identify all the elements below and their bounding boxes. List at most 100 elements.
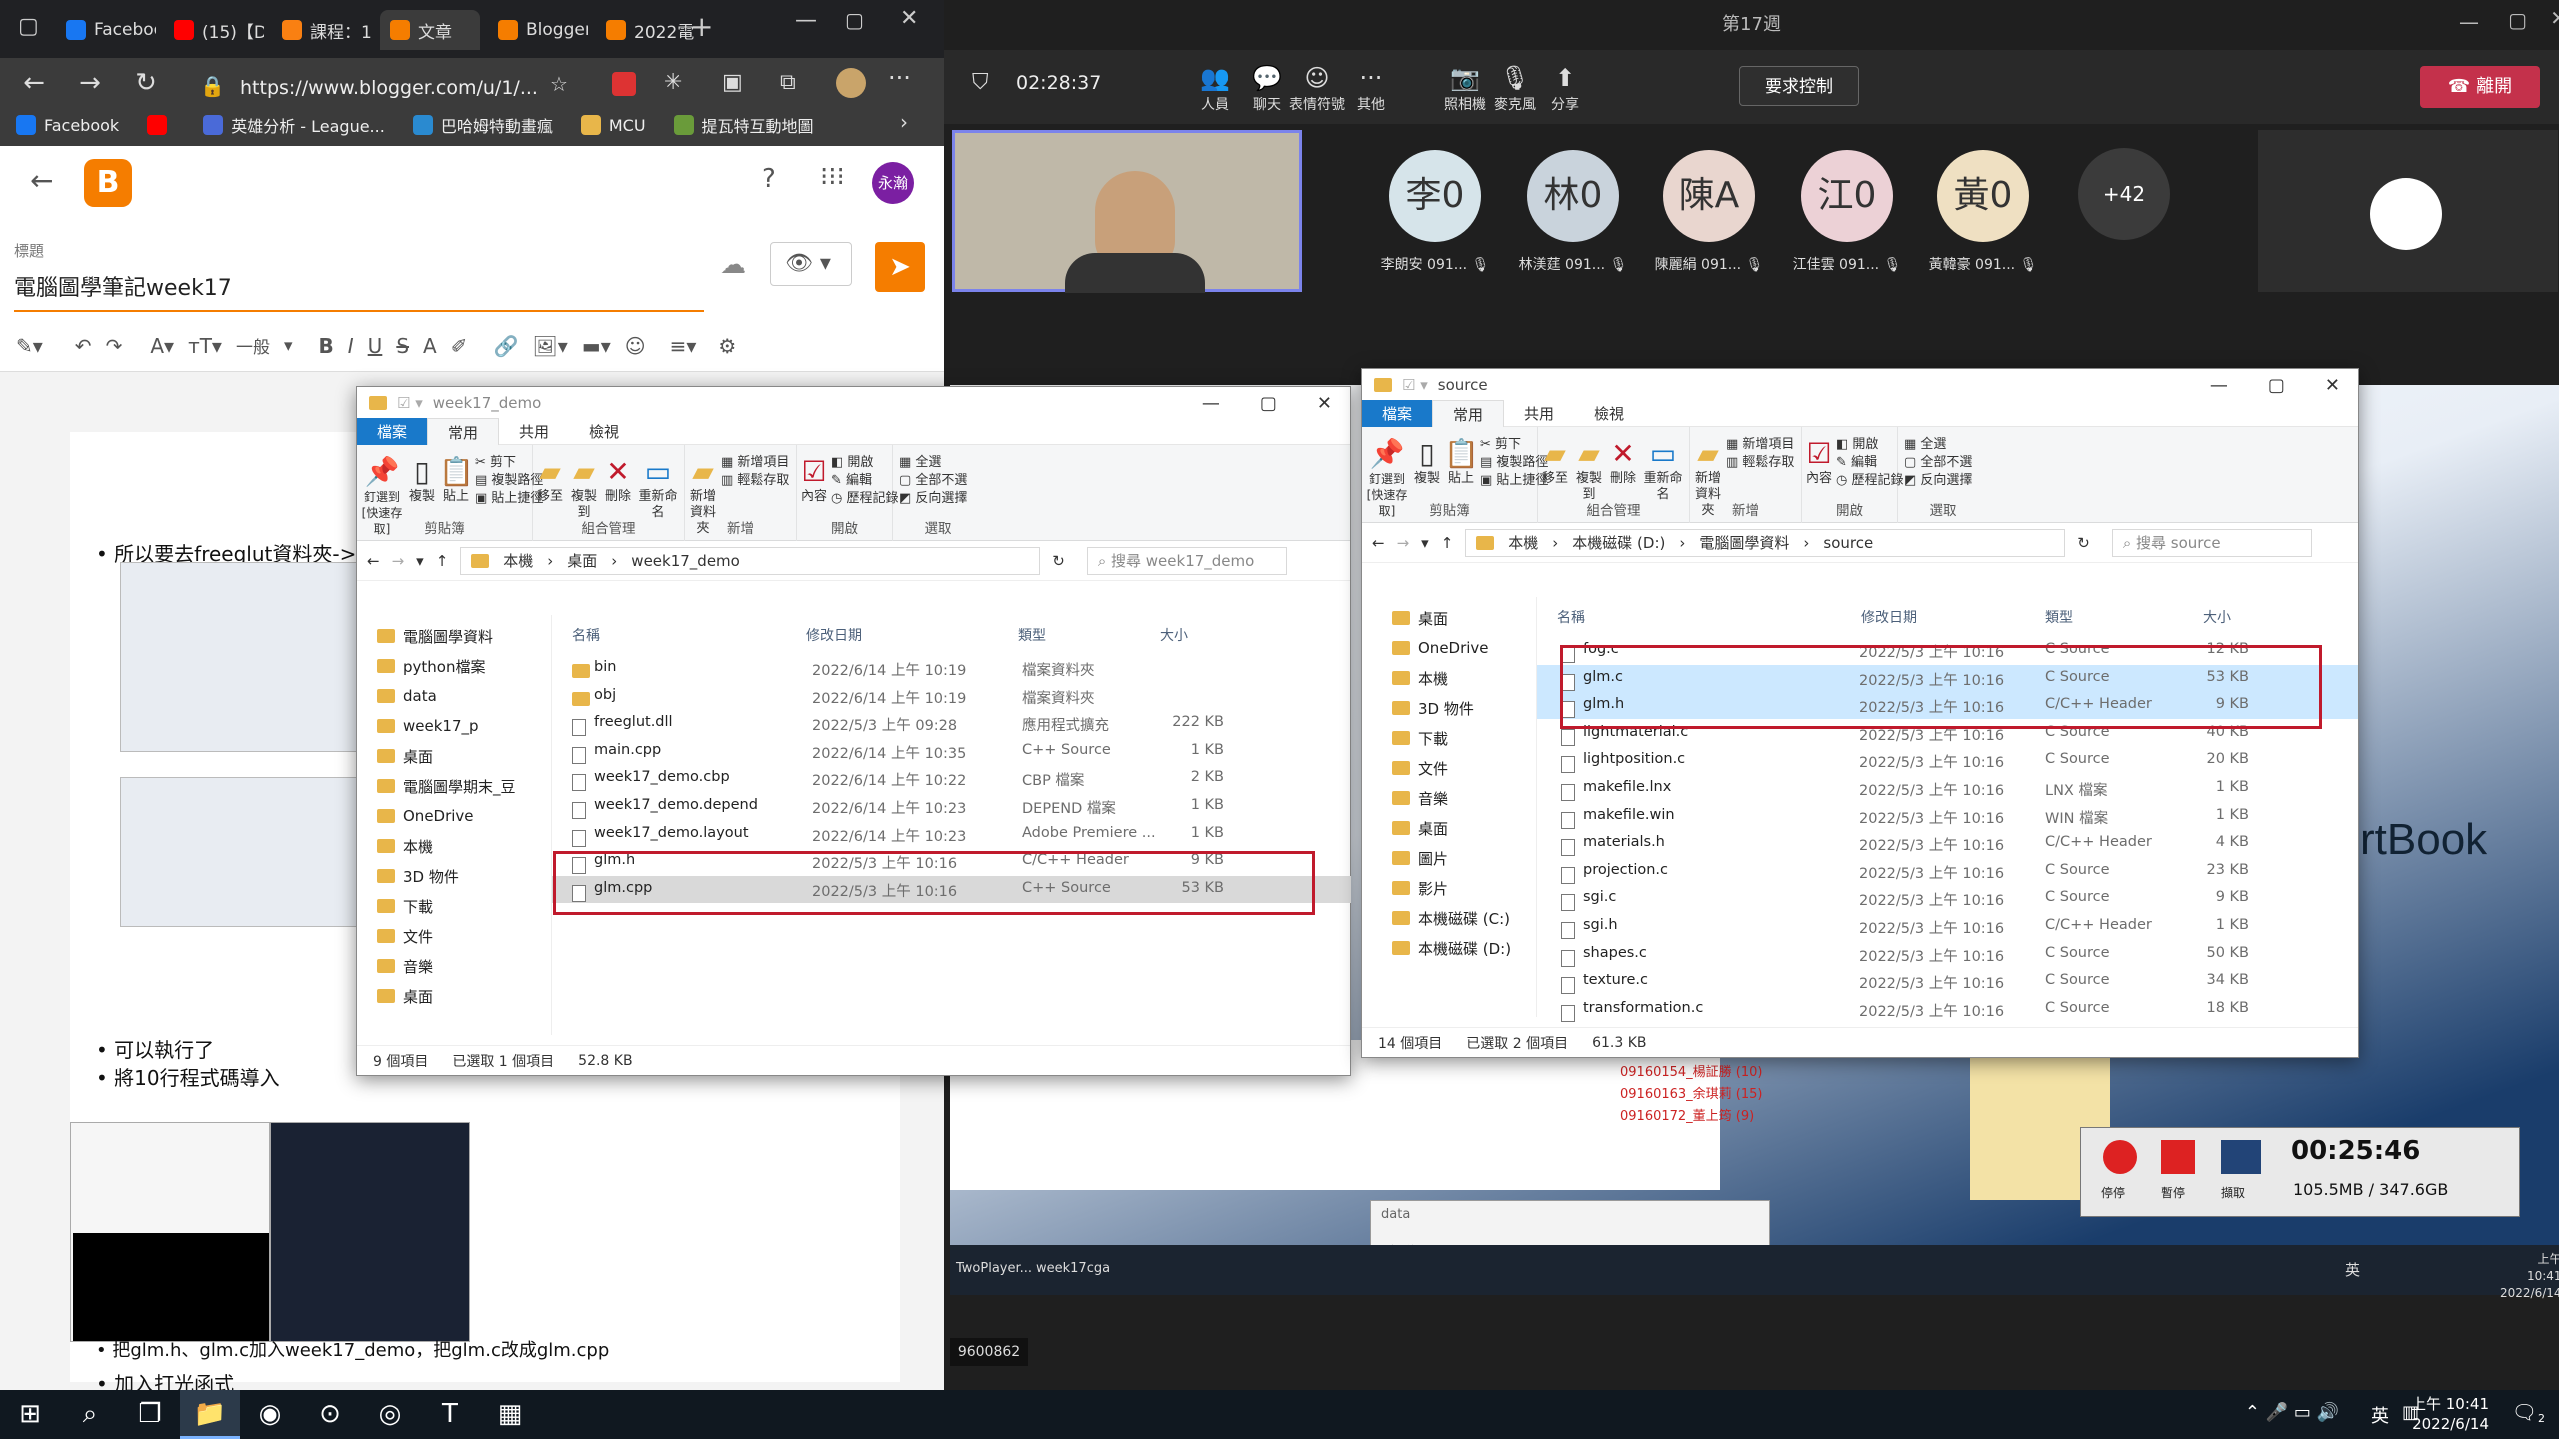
copy-button[interactable]: ▯ 複製 — [405, 455, 439, 505]
file-row[interactable]: week17_demo.cbp 2022/6/14 上午 10:22 CBP 檔案 2… — [552, 765, 1351, 792]
edit-button[interactable]: ✎ 編輯 — [831, 469, 872, 488]
forward-icon[interactable]: → — [1397, 534, 1410, 552]
open-button[interactable]: ◧ 開啟 — [1836, 433, 1878, 452]
file-row[interactable]: shapes.c 2022/5/3 上午 10:16 C Source 50 KB — [1537, 941, 2358, 968]
tab-4[interactable]: Blogger — [488, 10, 588, 50]
bold-icon[interactable]: B — [319, 334, 334, 358]
paste-button[interactable]: 📋 貼上 — [439, 455, 474, 505]
file-row[interactable]: main.cpp 2022/6/14 上午 10:35 C++ Source 1 KB — [552, 738, 1351, 765]
align-icon[interactable]: ≡▾ — [670, 334, 697, 358]
request-control-button[interactable]: 要求控制 — [1739, 66, 1859, 106]
nav-tree-item[interactable]: 本機 — [1392, 663, 1532, 693]
select-all-button[interactable]: ▦ 全選 — [1904, 433, 1946, 452]
nav-tree-item[interactable]: 音樂 — [1392, 783, 1532, 813]
nav-tree-item[interactable]: OneDrive — [377, 801, 547, 831]
copy-to-button[interactable]: ▰ 複製到 — [567, 455, 601, 521]
file-row[interactable]: texture.c 2022/5/3 上午 10:16 C Source 34 KB — [1537, 968, 2358, 995]
tab-actions-icon[interactable]: ▢ — [18, 14, 39, 39]
highlight-icon[interactable]: ✐ — [451, 334, 468, 358]
properties-button[interactable]: ☑ 內容 — [799, 455, 829, 505]
favorite-item[interactable]: Facebook — [16, 115, 119, 135]
back-icon[interactable]: ← — [14, 68, 54, 98]
teams-icon[interactable]: T — [420, 1390, 480, 1439]
chrome-icon[interactable]: ◎ — [360, 1390, 420, 1439]
invert-selection-button[interactable]: ◩ 反向選擇 — [1904, 469, 1972, 488]
apps-icon[interactable]: ▦ — [480, 1390, 540, 1439]
path-segment[interactable]: source — [1823, 534, 1873, 552]
up-icon[interactable]: ↑ — [436, 552, 449, 570]
refresh-icon[interactable]: ↻ — [126, 68, 166, 98]
path-segment[interactable]: week17_demo — [631, 552, 740, 570]
image-icon[interactable]: 🖼▾ — [532, 334, 567, 358]
maximize-button[interactable]: ▢ — [2268, 375, 2285, 396]
nav-tree-item[interactable]: 桌面 — [1392, 603, 1532, 633]
search-icon[interactable]: ⌕ — [60, 1390, 120, 1439]
file-row[interactable]: lightposition.c 2022/5/3 上午 10:16 C Source… — [1537, 747, 2358, 774]
language-indicator[interactable]: 英 — [2371, 1402, 2389, 1428]
nav-tree-item[interactable]: 桌面 — [1392, 813, 1532, 843]
tab-view[interactable]: 檢視 — [1574, 400, 1644, 427]
share-button[interactable]: ⬆ 分享 — [1530, 62, 1600, 114]
close-button[interactable]: ✕ — [2325, 375, 2340, 396]
stop-record-icon[interactable] — [2103, 1140, 2137, 1174]
italic-icon[interactable]: I — [348, 334, 354, 358]
favorite-star-icon[interactable]: ☆ — [550, 72, 568, 96]
publish-button[interactable]: ➤ — [875, 242, 925, 292]
file-row[interactable]: sgi.c 2022/5/3 上午 10:16 C Source 9 KB — [1537, 885, 2358, 912]
nav-tree-item[interactable]: 電腦圖學期末_豆 — [377, 771, 547, 801]
participant-tile[interactable]: 黃0 黃韓豪 091... 🎙 — [1918, 150, 2048, 274]
back-icon[interactable]: ← — [367, 552, 380, 570]
start-icon[interactable]: ⊞ — [0, 1390, 60, 1439]
participant-tile[interactable]: 江0 江佳雲 091... 🎙 — [1782, 150, 1912, 274]
emoji-icon[interactable]: ☺ — [625, 334, 646, 358]
nav-tree-item[interactable]: 本機磁碟 (D:) — [1392, 933, 1532, 963]
tab-share[interactable]: 共用 — [499, 418, 569, 445]
nav-tree-item[interactable]: 音樂 — [377, 951, 547, 981]
nav-tree-item[interactable]: 文件 — [377, 921, 547, 951]
recorder-icon[interactable]: ⊙ — [300, 1390, 360, 1439]
favorite-item[interactable]: MCU — [580, 115, 646, 135]
new-item-button[interactable]: ▦ 新增項目 — [1726, 433, 1794, 452]
text-color-icon[interactable]: A — [423, 334, 437, 358]
favorite-item[interactable]: 英雄分析 - League... — [203, 113, 385, 137]
tray-icons[interactable]: ⌃ 🎤 ▭ 🔊 — [2245, 1402, 2339, 1423]
col-name[interactable]: 名稱 — [572, 625, 600, 645]
nav-tree-item[interactable]: 影片 — [1392, 873, 1532, 903]
refresh-icon[interactable]: ↻ — [1052, 552, 1065, 570]
account-avatar[interactable]: 永瀚 — [872, 162, 914, 204]
tab-share[interactable]: 共用 — [1504, 400, 1574, 427]
chevron-right-icon[interactable]: › — [900, 110, 908, 134]
nav-tree-item[interactable]: OneDrive — [1392, 633, 1532, 663]
file-row[interactable]: projection.c 2022/5/3 上午 10:16 C Source 23 … — [1537, 858, 2358, 885]
redo-icon[interactable]: ↷ — [106, 334, 123, 358]
pencil-icon[interactable]: ✎▾ — [16, 334, 43, 358]
file-row[interactable]: bin 2022/6/14 上午 10:19 檔案資料夾 — [552, 655, 1351, 682]
favorite-item[interactable]: 巴哈姆特動畫瘋 — [412, 113, 553, 137]
back-icon[interactable]: ← — [1372, 534, 1385, 552]
puzzle-icon[interactable]: ✳ — [664, 70, 682, 95]
copy-to-button[interactable]: ▰ 複製到 — [1572, 437, 1606, 503]
col-date[interactable]: 修改日期 — [806, 625, 862, 645]
favorite-item[interactable] — [147, 115, 175, 135]
path-segment[interactable]: 電腦圖學資料 — [1699, 532, 1789, 553]
path-segment[interactable]: 桌面 — [567, 550, 597, 571]
col-type[interactable]: 類型 — [2045, 607, 2073, 627]
history-button[interactable]: ◷ 歷程記錄 — [831, 487, 899, 506]
history-button[interactable]: ◷ 歷程記錄 — [1836, 469, 1904, 488]
path-segment[interactable]: 本機磁碟 (D:) — [1572, 532, 1665, 553]
underline-icon[interactable]: U — [368, 334, 383, 358]
file-row[interactable]: freeglut.dll 2022/5/3 上午 09:28 應用程式擴充 222 K… — [552, 710, 1351, 737]
maximize-button[interactable]: ▢ — [1260, 393, 1277, 414]
nav-tree-item[interactable]: 桌面 — [377, 981, 547, 1011]
col-date[interactable]: 修改日期 — [1861, 607, 1917, 627]
settings-gear-icon[interactable]: ⚙ — [718, 334, 736, 358]
nav-tree-item[interactable]: 下載 — [1392, 723, 1532, 753]
profile-avatar[interactable] — [836, 68, 866, 98]
cut-button[interactable]: ✂ 剪下 — [1480, 433, 1521, 452]
tab-home[interactable]: 常用 — [427, 417, 500, 446]
address-path[interactable]: 本機 › 桌面 › week17_demo — [460, 546, 1041, 575]
cut-button[interactable]: ✂ 剪下 — [475, 451, 516, 470]
tab-home[interactable]: 常用 — [1432, 399, 1505, 428]
nav-tree-item[interactable]: data — [377, 681, 547, 711]
refresh-icon[interactable]: ↻ — [2077, 534, 2090, 552]
